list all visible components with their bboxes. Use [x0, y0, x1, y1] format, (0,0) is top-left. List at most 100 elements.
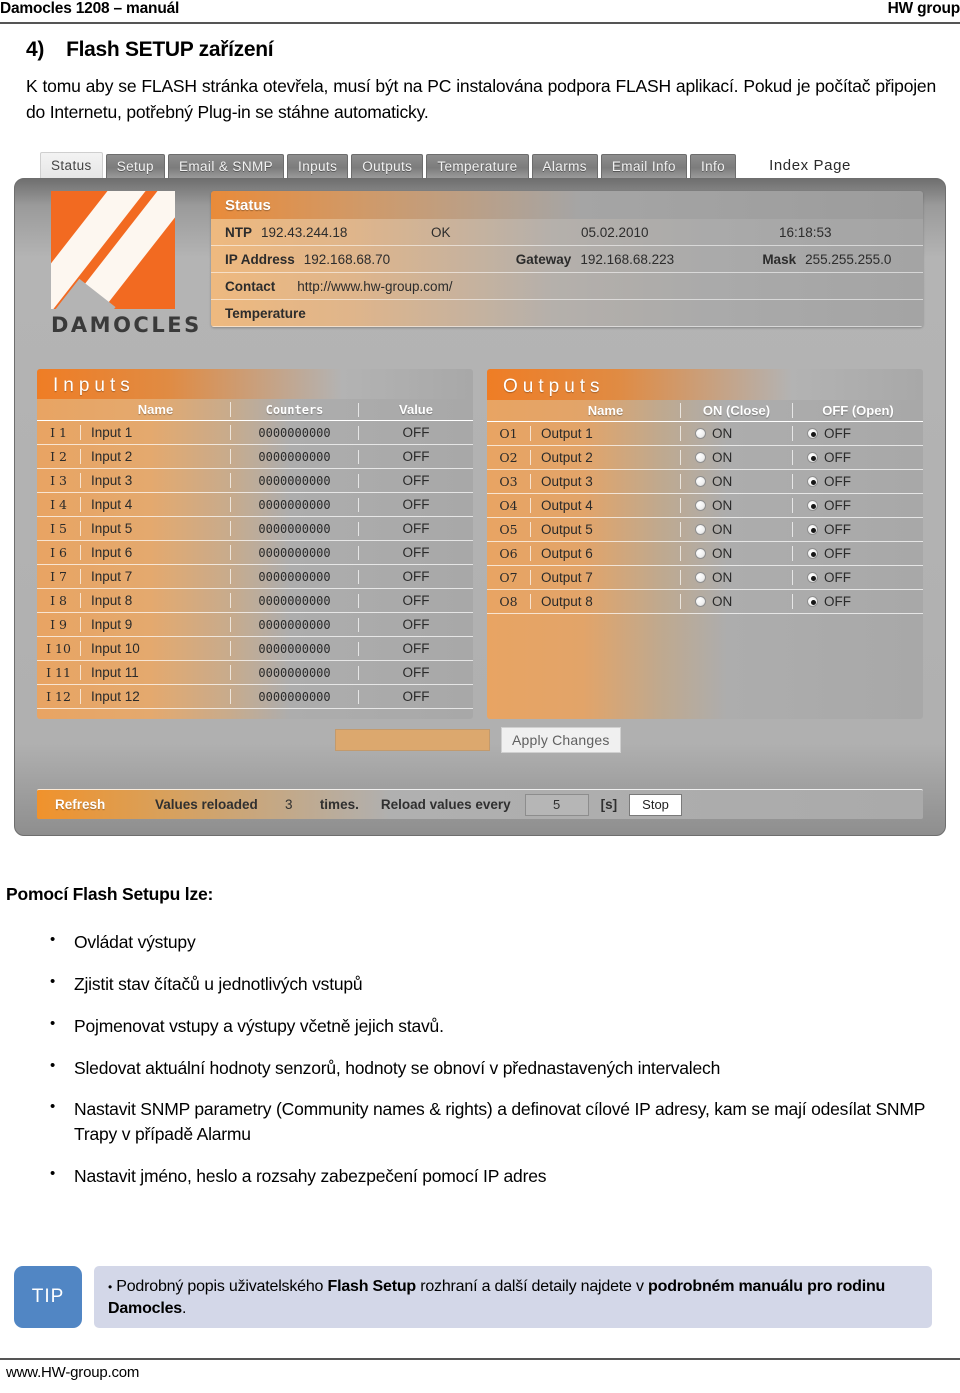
- input-name[interactable]: Input 5: [81, 521, 231, 536]
- output-off-cell[interactable]: OFF: [793, 474, 923, 489]
- section-title: Flash SETUP zařízení: [66, 38, 274, 61]
- contact-value[interactable]: http://www.hw-group.com/: [297, 279, 452, 294]
- output-name[interactable]: Output 6: [531, 546, 681, 561]
- output-id: O2: [487, 450, 531, 465]
- tab-email-info[interactable]: Email Info: [600, 154, 687, 178]
- inputs-col-counters: Counters: [231, 402, 359, 417]
- radio-on-icon[interactable]: [695, 452, 706, 463]
- table-row[interactable]: O1 Output 1 ON OFF: [487, 422, 923, 446]
- radio-on-icon[interactable]: [695, 572, 706, 583]
- table-row[interactable]: O5 Output 5 ON OFF: [487, 518, 923, 542]
- input-counter: 0000000000: [231, 689, 359, 704]
- input-name[interactable]: Input 11: [81, 665, 231, 680]
- output-on-cell[interactable]: ON: [681, 450, 793, 465]
- input-name[interactable]: Input 2: [81, 449, 231, 464]
- input-name[interactable]: Input 1: [81, 425, 231, 440]
- tab-inputs[interactable]: Inputs: [287, 154, 349, 178]
- radio-on-icon[interactable]: [695, 428, 706, 439]
- output-name[interactable]: Output 8: [531, 594, 681, 609]
- radio-off-icon[interactable]: [807, 476, 818, 487]
- radio-off-icon[interactable]: [807, 596, 818, 607]
- table-row[interactable]: I 2 Input 2 0000000000 OFF: [37, 445, 473, 469]
- table-row[interactable]: I 3 Input 3 0000000000 OFF: [37, 469, 473, 493]
- input-name[interactable]: Input 12: [81, 689, 231, 704]
- radio-off-icon[interactable]: [807, 500, 818, 511]
- footer-url[interactable]: www.HW-group.com: [6, 1364, 139, 1381]
- radio-on-icon[interactable]: [695, 548, 706, 559]
- output-off-cell[interactable]: OFF: [793, 546, 923, 561]
- table-row[interactable]: O6 Output 6 ON OFF: [487, 542, 923, 566]
- output-off-cell[interactable]: OFF: [793, 594, 923, 609]
- table-row[interactable]: I 6 Input 6 0000000000 OFF: [37, 541, 473, 565]
- input-name[interactable]: Input 10: [81, 641, 231, 656]
- apply-input-slot[interactable]: [335, 729, 490, 751]
- output-on-cell[interactable]: ON: [681, 426, 793, 441]
- tab-alarms[interactable]: Alarms: [531, 154, 598, 178]
- header-left-title: Damocles 1208 – manuál: [0, 0, 180, 17]
- output-name[interactable]: Output 2: [531, 450, 681, 465]
- output-on-cell[interactable]: ON: [681, 546, 793, 561]
- refresh-label[interactable]: Refresh: [37, 797, 155, 812]
- radio-on-icon[interactable]: [695, 596, 706, 607]
- radio-off-icon[interactable]: [807, 548, 818, 559]
- tab-setup[interactable]: Setup: [105, 154, 165, 178]
- table-row[interactable]: I 7 Input 7 0000000000 OFF: [37, 565, 473, 589]
- output-off-cell[interactable]: OFF: [793, 570, 923, 585]
- output-name[interactable]: Output 7: [531, 570, 681, 585]
- stop-button[interactable]: Stop: [629, 793, 682, 816]
- output-on-cell[interactable]: ON: [681, 522, 793, 537]
- radio-off-icon[interactable]: [807, 572, 818, 583]
- output-name[interactable]: Output 4: [531, 498, 681, 513]
- table-row[interactable]: I 8 Input 8 0000000000 OFF: [37, 589, 473, 613]
- input-name[interactable]: Input 9: [81, 617, 231, 632]
- output-name[interactable]: Output 1: [531, 426, 681, 441]
- output-on-cell[interactable]: ON: [681, 570, 793, 585]
- tab-temperature[interactable]: Temperature: [426, 154, 529, 178]
- output-off-cell[interactable]: OFF: [793, 522, 923, 537]
- table-row[interactable]: I 1 Input 1 0000000000 OFF: [37, 421, 473, 445]
- table-row[interactable]: O4 Output 4 ON OFF: [487, 494, 923, 518]
- table-row[interactable]: I 11 Input 11 0000000000 OFF: [37, 661, 473, 685]
- output-name[interactable]: Output 5: [531, 522, 681, 537]
- table-row[interactable]: I 9 Input 9 0000000000 OFF: [37, 613, 473, 637]
- output-off-cell[interactable]: OFF: [793, 498, 923, 513]
- temperature-label: Temperature: [225, 305, 306, 321]
- table-row[interactable]: I 12 Input 12 0000000000 OFF: [37, 685, 473, 709]
- tip-text-3: .: [182, 1299, 187, 1317]
- input-name[interactable]: Input 8: [81, 593, 231, 608]
- radio-on-icon[interactable]: [695, 476, 706, 487]
- input-name[interactable]: Input 4: [81, 497, 231, 512]
- apply-changes-button[interactable]: Apply Changes: [501, 727, 621, 753]
- tab-email-snmp[interactable]: Email & SNMP: [167, 154, 285, 178]
- radio-on-icon[interactable]: [695, 500, 706, 511]
- apply-bar: Apply Changes: [15, 719, 945, 767]
- input-counter: 0000000000: [231, 545, 359, 560]
- input-name[interactable]: Input 3: [81, 473, 231, 488]
- radio-off-icon[interactable]: [807, 524, 818, 535]
- table-row[interactable]: O7 Output 7 ON OFF: [487, 566, 923, 590]
- input-id: I 4: [37, 497, 81, 512]
- table-row[interactable]: O8 Output 8 ON OFF: [487, 590, 923, 614]
- input-name[interactable]: Input 7: [81, 569, 231, 584]
- tab-outputs[interactable]: Outputs: [351, 154, 424, 178]
- tab-info[interactable]: Info: [689, 154, 737, 178]
- radio-on-icon[interactable]: [695, 524, 706, 535]
- radio-off-icon[interactable]: [807, 428, 818, 439]
- table-row[interactable]: O3 Output 3 ON OFF: [487, 470, 923, 494]
- index-page-link[interactable]: Index Page: [769, 157, 851, 174]
- table-row[interactable]: I 10 Input 10 0000000000 OFF: [37, 637, 473, 661]
- tab-status[interactable]: Status: [40, 152, 103, 178]
- outputs-filler: [487, 614, 923, 719]
- output-name[interactable]: Output 3: [531, 474, 681, 489]
- output-on-cell[interactable]: ON: [681, 498, 793, 513]
- table-row[interactable]: I 4 Input 4 0000000000 OFF: [37, 493, 473, 517]
- output-off-cell[interactable]: OFF: [793, 426, 923, 441]
- output-off-cell[interactable]: OFF: [793, 450, 923, 465]
- output-on-cell[interactable]: ON: [681, 594, 793, 609]
- table-row[interactable]: I 5 Input 5 0000000000 OFF: [37, 517, 473, 541]
- table-row[interactable]: O2 Output 2 ON OFF: [487, 446, 923, 470]
- reload-interval-input[interactable]: 5: [524, 793, 589, 816]
- input-name[interactable]: Input 6: [81, 545, 231, 560]
- output-on-cell[interactable]: ON: [681, 474, 793, 489]
- radio-off-icon[interactable]: [807, 452, 818, 463]
